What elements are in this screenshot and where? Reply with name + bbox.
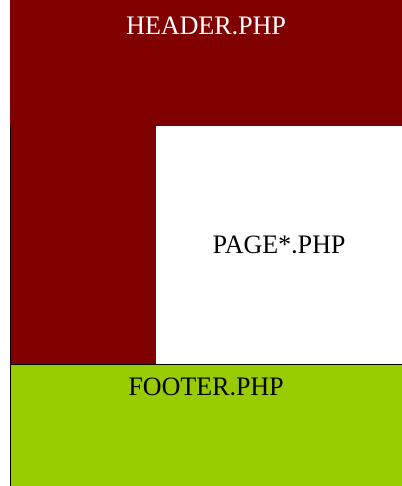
page-block: PAGE*.PHP [156, 126, 402, 364]
page-label: PAGE*.PHP [212, 230, 346, 259]
header-block: HEADER.PHP [10, 0, 402, 126]
template-layout-diagram: HEADER.PHP PAGE*.PHP FOOTER.PHP [10, 0, 402, 486]
sidebar-block [10, 126, 156, 364]
left-border-line [10, 126, 11, 486]
footer-label: FOOTER.PHP [128, 372, 284, 401]
footer-block: FOOTER.PHP [10, 364, 402, 486]
header-label: HEADER.PHP [126, 11, 286, 40]
